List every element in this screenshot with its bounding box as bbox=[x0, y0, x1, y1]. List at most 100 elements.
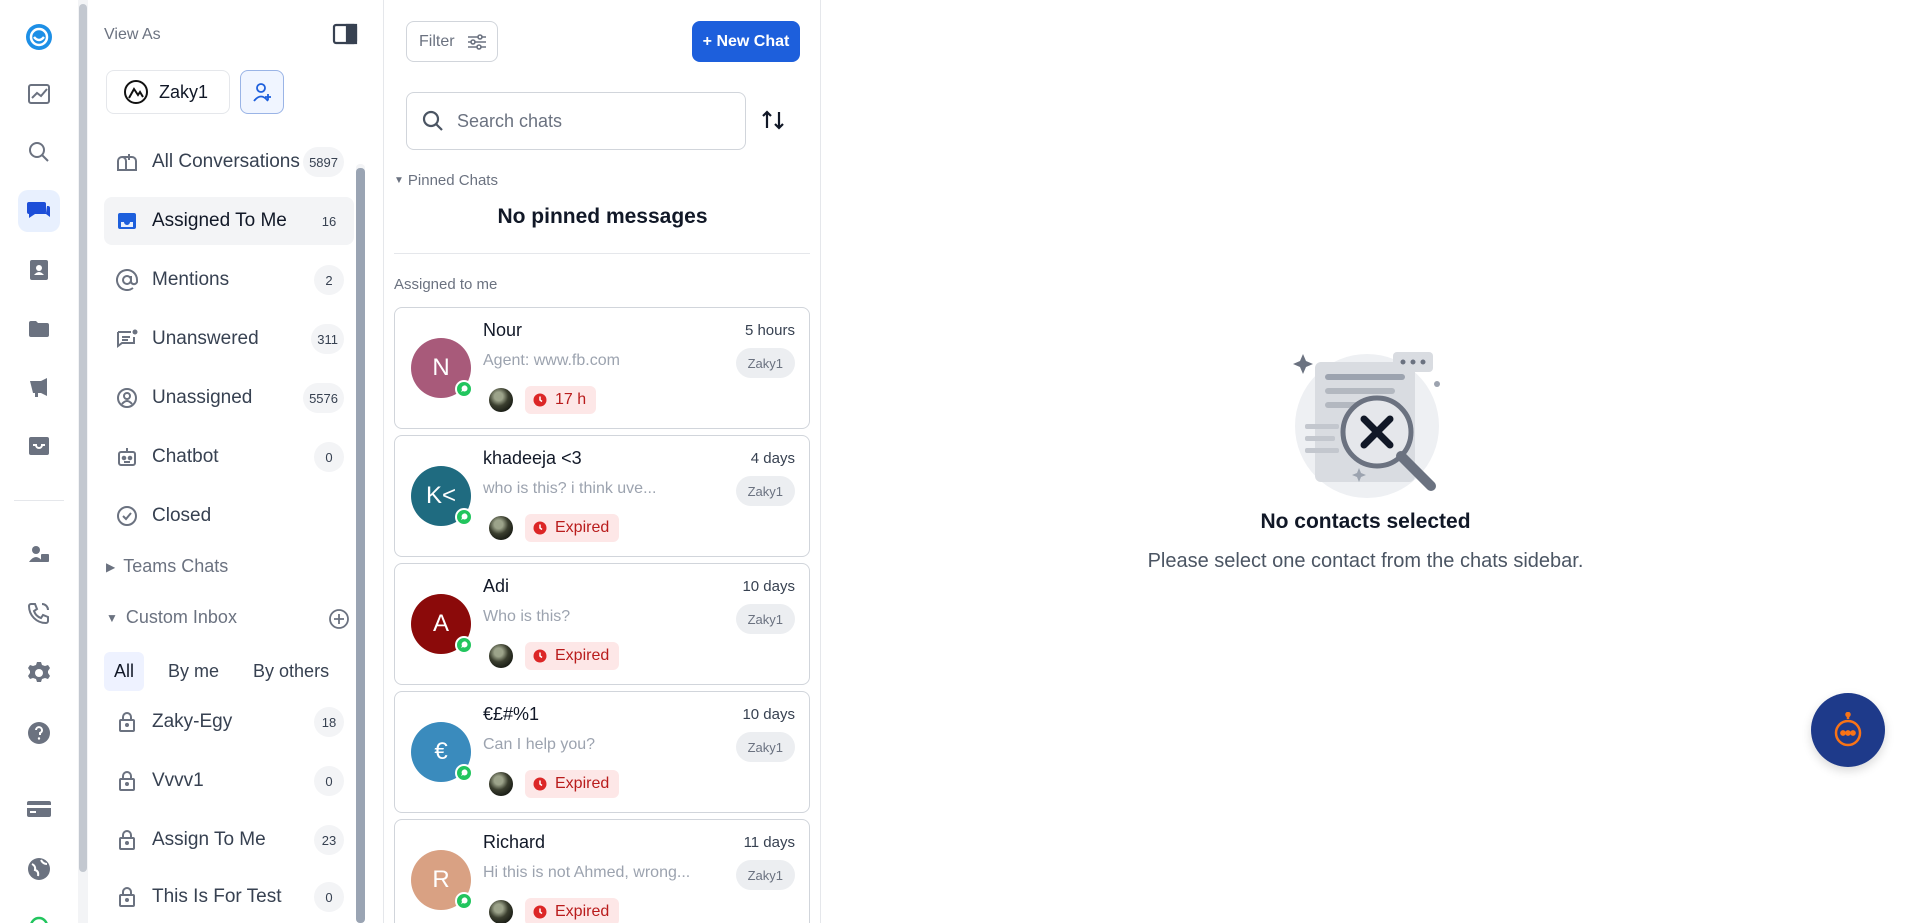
folders-scrollbar-thumb[interactable] bbox=[356, 168, 365, 923]
contact-name: Adi bbox=[483, 576, 510, 596]
nav-label: All Conversations bbox=[152, 151, 300, 172]
clock-icon bbox=[533, 521, 547, 535]
lock-icon bbox=[114, 827, 140, 853]
nav-label: Closed bbox=[152, 505, 212, 526]
help-icon[interactable] bbox=[18, 712, 60, 754]
profile-status-icon[interactable] bbox=[18, 905, 60, 923]
agent-tag: Zaky1 bbox=[735, 732, 795, 762]
status-text: Expired bbox=[555, 647, 610, 664]
contact-name: Nour bbox=[483, 320, 523, 340]
rail-scrollbar-thumb[interactable] bbox=[79, 4, 87, 872]
nav-count-badge: 5897 bbox=[303, 147, 344, 177]
contacts-icon[interactable] bbox=[18, 249, 60, 291]
user-plus-icon bbox=[253, 83, 271, 102]
analytics-icon[interactable] bbox=[18, 73, 60, 115]
team-icon[interactable] bbox=[18, 533, 60, 575]
app-root: View As Zaky1 All Conversations 5897 Ass… bbox=[0, 0, 1910, 923]
chat-time: 11 days bbox=[743, 834, 795, 851]
conversation-area: No contacts selected Please select one c… bbox=[821, 0, 1910, 923]
status-text: Expired bbox=[555, 903, 610, 920]
teams-chats-toggle[interactable]: ▶ Teams Chats bbox=[106, 556, 228, 577]
caret-down-icon: ▼ bbox=[394, 175, 404, 186]
calls-icon[interactable] bbox=[18, 592, 60, 634]
status-badge: Expired bbox=[525, 898, 620, 923]
tab-by-others[interactable]: By others bbox=[243, 652, 339, 691]
nav-closed[interactable]: Closed bbox=[104, 492, 354, 540]
view-as-user-name: Zaky1 bbox=[159, 81, 209, 102]
last-message: Agent: www.fb.com bbox=[483, 352, 620, 369]
chat-card[interactable]: A Adi 10 days Who is this? Zaky1 Expired bbox=[394, 563, 810, 685]
folders-scrollbar[interactable] bbox=[356, 164, 365, 923]
search-input[interactable] bbox=[457, 110, 717, 132]
status-badge: Expired bbox=[525, 514, 620, 542]
assigned-section-label: Assigned to me bbox=[394, 276, 498, 293]
nav-chatbot[interactable]: Chatbot 0 bbox=[104, 433, 354, 481]
custom-inbox-item[interactable]: This Is For Test 0 bbox=[104, 873, 354, 921]
search-icon[interactable] bbox=[18, 131, 60, 173]
view-as-user-select[interactable]: Zaky1 bbox=[106, 70, 230, 114]
agent-tag: Zaky1 bbox=[735, 348, 795, 378]
billing-card-icon[interactable] bbox=[18, 788, 60, 830]
chat-card[interactable]: K< khadeeja <3 4 days who is this? i thi… bbox=[394, 435, 810, 557]
search-icon bbox=[422, 110, 443, 131]
robot-icon bbox=[114, 444, 140, 470]
chat-card[interactable]: € €£#%1 10 days Can I help you? Zaky1 Ex… bbox=[394, 691, 810, 813]
user-circle-icon bbox=[114, 385, 140, 411]
caret-down-icon: ▼ bbox=[106, 610, 118, 625]
clock-icon bbox=[533, 393, 547, 407]
rail-scrollbar[interactable] bbox=[78, 0, 88, 923]
nav-unanswered[interactable]: Unanswered 311 bbox=[104, 315, 354, 363]
custom-inbox-label: Custom Inbox bbox=[125, 607, 237, 627]
custom-inbox-label: This Is For Test bbox=[152, 886, 282, 907]
no-pinned-message: No pinned messages bbox=[497, 205, 708, 228]
nav-assigned-to-me[interactable]: Assigned To Me 16 bbox=[104, 197, 354, 245]
custom-inbox-item[interactable]: Zaky-Egy 18 bbox=[104, 698, 354, 746]
search-box[interactable] bbox=[406, 92, 746, 150]
assign-user-button[interactable] bbox=[240, 70, 284, 114]
empty-state-subtitle: Please select one contact from the chats… bbox=[1147, 550, 1584, 572]
tab-by-me[interactable]: By me bbox=[158, 652, 229, 691]
nav-all-conversations[interactable]: All Conversations 5897 bbox=[104, 138, 354, 186]
custom-inbox-count: 23 bbox=[314, 825, 344, 855]
message-alert-icon bbox=[114, 326, 140, 352]
agent-avatar-icon bbox=[124, 80, 148, 104]
agent-tag: Zaky1 bbox=[735, 604, 795, 634]
add-custom-inbox-icon[interactable] bbox=[328, 608, 350, 630]
nav-label: Unassigned bbox=[152, 387, 253, 408]
assignee-avatar bbox=[489, 644, 513, 668]
last-message: Who is this? bbox=[483, 608, 571, 625]
custom-inbox-item[interactable]: Vvvv1 0 bbox=[104, 757, 354, 805]
chats-icon[interactable] bbox=[18, 190, 60, 232]
custom-inbox-item[interactable]: Assign To Me 23 bbox=[104, 816, 354, 864]
whatsapp-icon bbox=[455, 764, 473, 782]
icon-rail bbox=[0, 0, 78, 923]
filter-button[interactable]: Filter bbox=[406, 21, 498, 62]
empty-state-title: No contacts selected bbox=[1260, 510, 1471, 533]
new-chat-button[interactable]: + New Chat bbox=[692, 21, 800, 62]
custom-inbox-toggle[interactable]: ▼ Custom Inbox bbox=[106, 607, 237, 628]
contact-name: €£#%1 bbox=[483, 704, 540, 724]
status-text: Expired bbox=[555, 775, 610, 792]
sort-icon[interactable] bbox=[760, 108, 788, 134]
nav-count-badge: 5576 bbox=[303, 383, 344, 413]
assistant-bot-button[interactable] bbox=[1811, 693, 1885, 767]
archive-icon[interactable] bbox=[18, 425, 60, 467]
tab-all[interactable]: All bbox=[104, 652, 145, 691]
app-logo-icon[interactable] bbox=[18, 16, 60, 58]
nav-count-badge: 2 bbox=[314, 265, 344, 295]
custom-inbox-label: Zaky-Egy bbox=[152, 711, 233, 732]
campaigns-icon[interactable] bbox=[18, 367, 60, 409]
chat-card[interactable]: R Richard 11 days Hi this is not Ahmed, … bbox=[394, 819, 810, 923]
chat-card[interactable]: N Nour 5 hours Agent: www.fb.com Zaky1 1… bbox=[394, 307, 810, 429]
pinned-chats-toggle[interactable]: ▼ Pinned Chats bbox=[394, 172, 498, 189]
teams-chats-label: Teams Chats bbox=[123, 556, 229, 576]
globe-icon[interactable] bbox=[18, 848, 60, 890]
last-message: Hi this is not Ahmed, wrong... bbox=[483, 864, 691, 881]
settings-gear-icon[interactable] bbox=[18, 652, 60, 694]
status-text: 17 h bbox=[555, 391, 587, 408]
clock-icon bbox=[533, 649, 547, 663]
collapse-panel-icon[interactable] bbox=[332, 22, 358, 46]
folder-icon[interactable] bbox=[18, 308, 60, 350]
nav-unassigned[interactable]: Unassigned 5576 bbox=[104, 374, 354, 422]
nav-mentions[interactable]: Mentions 2 bbox=[104, 256, 354, 304]
